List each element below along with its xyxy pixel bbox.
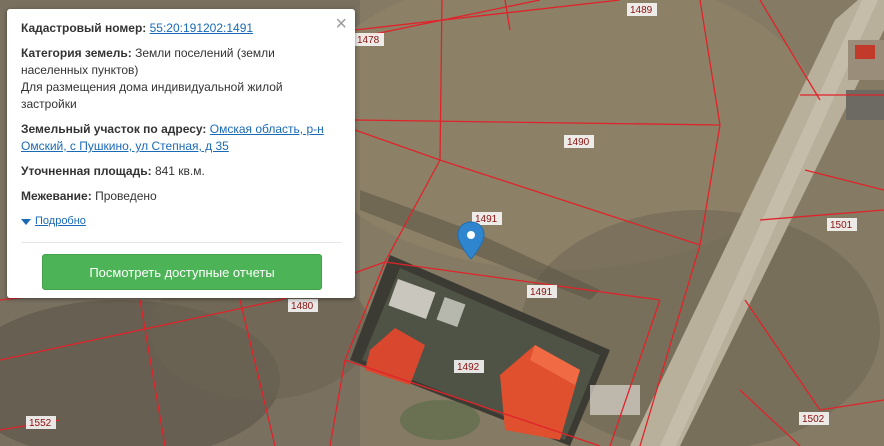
- area-label: Уточненная площадь:: [21, 164, 152, 178]
- survey-row: Межевание: Проведено: [21, 188, 341, 205]
- area-row: Уточненная площадь: 841 кв.м.: [21, 163, 341, 180]
- parcel-label-1491: 1491: [530, 287, 553, 298]
- usage-value: Для размещения дома индивидуальной жилой…: [21, 80, 283, 111]
- survey-value: Проведено: [95, 189, 157, 203]
- parcel-info-popup: × Кадастровый номер: 55:20:191202:1491 К…: [7, 9, 355, 298]
- parcel-label-1491-top: 1491: [475, 214, 498, 225]
- category-row: Категория земель: Земли поселений (земли…: [21, 45, 341, 113]
- details-toggle[interactable]: Подробно: [21, 213, 341, 230]
- parcel-label-1492: 1492: [457, 362, 480, 373]
- parcel-label-1478: 1478: [357, 35, 380, 46]
- category-label: Категория земель:: [21, 46, 132, 60]
- divider: [21, 242, 341, 243]
- survey-label: Межевание:: [21, 189, 92, 203]
- cadastral-label: Кадастровый номер:: [21, 21, 147, 35]
- parcel-label-1501: 1501: [830, 220, 853, 231]
- close-icon[interactable]: ×: [335, 13, 347, 35]
- area-value: 841 кв.м.: [154, 164, 205, 178]
- parcel-label-1552: 1552: [29, 418, 52, 429]
- address-row: Земельный участок по адресу: Омская обла…: [21, 121, 341, 155]
- details-link[interactable]: Подробно: [35, 213, 86, 230]
- cadastral-row: Кадастровый номер: 55:20:191202:1491: [21, 20, 341, 37]
- triangle-down-icon: [21, 218, 31, 225]
- parcel-label-1490: 1490: [567, 137, 590, 148]
- parcel-label-1489: 1489: [630, 5, 653, 16]
- view-reports-button[interactable]: Посмотреть доступные отчеты: [42, 254, 322, 290]
- parcel-label-1480: 1480: [291, 301, 314, 312]
- cadastral-number-link[interactable]: 55:20:191202:1491: [150, 21, 253, 35]
- address-label: Земельный участок по адресу:: [21, 122, 207, 136]
- parcel-label-1502: 1502: [802, 414, 825, 425]
